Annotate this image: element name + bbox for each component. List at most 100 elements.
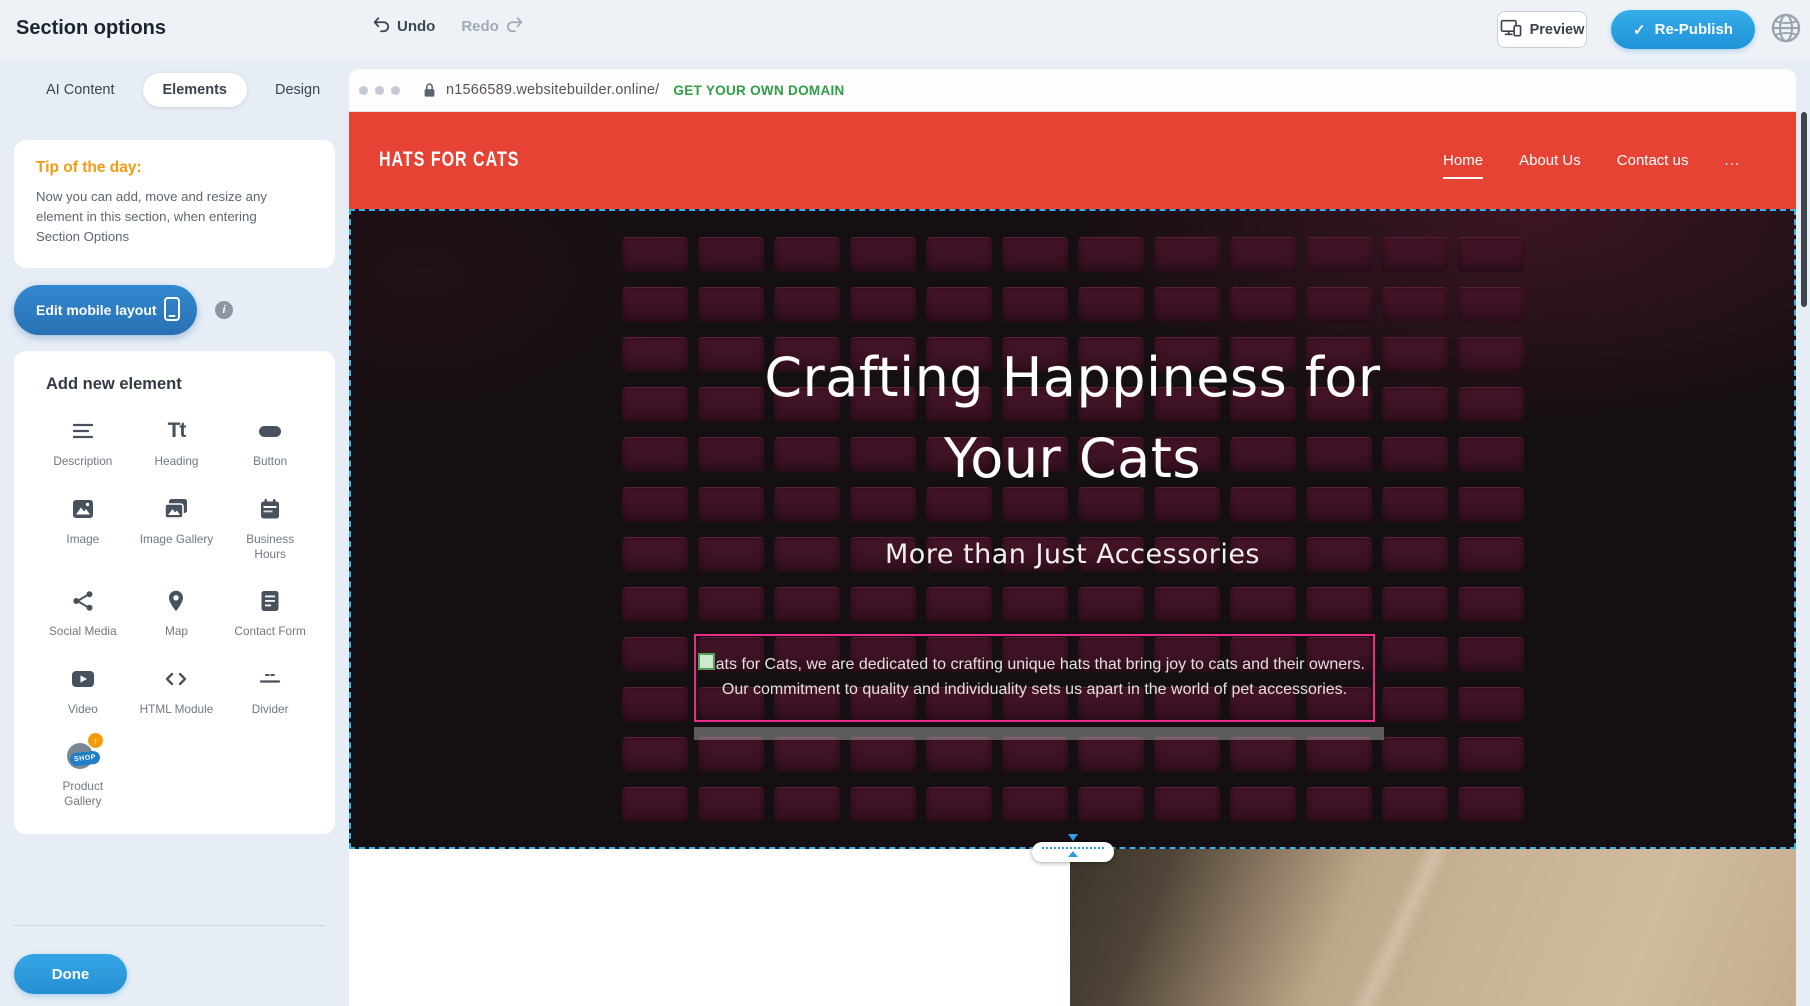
hero-tile	[1382, 687, 1448, 722]
undo-redo-group: Undo Redo	[372, 16, 524, 37]
tip-body: Now you can add, move and resize any ele…	[36, 187, 301, 246]
paragraph-element-selected[interactable]: Hats for Cats, we are dedicated to craft…	[694, 634, 1375, 722]
republish-label: Re-Publish	[1655, 21, 1733, 38]
code-icon	[163, 662, 189, 696]
sidebar: AI Content Elements Design Tip of the da…	[0, 58, 349, 1006]
element-heading[interactable]: Tt Heading	[132, 414, 222, 469]
hero-tile	[926, 287, 992, 322]
hero-subheading[interactable]: More than Just Accessories	[349, 539, 1796, 570]
hero-tile	[1306, 787, 1372, 822]
element-business-hours[interactable]: Business Hours	[225, 492, 315, 563]
hero-tile	[926, 237, 992, 272]
republish-button[interactable]: ✓ Re-Publish	[1611, 10, 1755, 49]
hero-tile	[698, 287, 764, 322]
element-label: Heading	[155, 454, 199, 469]
done-button[interactable]: Done	[14, 954, 127, 994]
hero-tile	[1154, 737, 1220, 772]
element-label: Contact Form	[234, 624, 305, 639]
hero-section[interactable]: Crafting Happiness for Your Cats More th…	[349, 209, 1796, 849]
element-image[interactable]: Image	[38, 492, 128, 563]
nav-home[interactable]: Home	[1443, 152, 1483, 169]
divider-icon	[258, 662, 282, 696]
hero-tile	[1306, 287, 1372, 322]
image-icon	[71, 492, 95, 526]
section-resize-handle[interactable]	[1032, 834, 1114, 862]
check-icon: ✓	[1633, 21, 1646, 39]
hero-tile	[1306, 737, 1372, 772]
resize-pill	[1032, 842, 1114, 862]
hero-tile	[1230, 787, 1296, 822]
site-header[interactable]: HATS FOR CATS Home About Us Contact us .…	[349, 112, 1796, 209]
nav-more-button[interactable]: ...	[1724, 152, 1740, 169]
hero-tile	[850, 787, 916, 822]
redo-button[interactable]: Redo	[461, 16, 524, 37]
hero-tile	[1078, 737, 1144, 772]
hero-tile	[1382, 287, 1448, 322]
browser-bar: n1566589.websitebuilder.online/ GET YOUR…	[349, 69, 1796, 112]
edit-mobile-label: Edit mobile layout	[36, 302, 157, 318]
element-label: Product Gallery	[43, 779, 123, 810]
next-section[interactable]	[349, 849, 1796, 1006]
tab-elements[interactable]: Elements	[143, 73, 247, 107]
hero-heading[interactable]: Crafting Happiness for Your Cats	[349, 337, 1796, 499]
element-map[interactable]: Map	[132, 584, 222, 639]
hero-tile	[1154, 237, 1220, 272]
preview-button[interactable]: Preview	[1497, 11, 1587, 48]
mobile-layout-row: Edit mobile layout i	[14, 285, 349, 335]
hero-tile	[774, 787, 840, 822]
hero-tile	[1078, 237, 1144, 272]
hero-tile	[774, 287, 840, 322]
element-contact-form[interactable]: Contact Form	[225, 584, 315, 639]
hero-tile	[774, 587, 840, 622]
hero-tile	[1382, 587, 1448, 622]
hero-tile	[1382, 787, 1448, 822]
hero-tile	[1154, 287, 1220, 322]
hero-tile	[850, 287, 916, 322]
element-divider[interactable]: Divider	[225, 662, 315, 717]
nav-contact-us[interactable]: Contact us	[1617, 152, 1689, 169]
hero-tile	[774, 237, 840, 272]
element-product-gallery[interactable]: ↑ SHOP Product Gallery	[38, 739, 128, 810]
social-media-icon	[71, 584, 95, 618]
element-social-media[interactable]: Social Media	[38, 584, 128, 639]
element-drag-handle[interactable]	[698, 653, 715, 670]
redo-icon	[506, 16, 524, 37]
undo-button[interactable]: Undo	[372, 16, 435, 37]
image-gallery-icon	[163, 492, 189, 526]
shop-badge: SHOP	[69, 750, 100, 766]
edit-mobile-layout-button[interactable]: Edit mobile layout	[14, 285, 197, 335]
undo-icon	[372, 16, 390, 37]
business-hours-icon	[258, 492, 282, 526]
page-title: Section options	[16, 17, 166, 40]
hero-tile	[622, 287, 688, 322]
element-description[interactable]: Description	[38, 414, 128, 469]
element-button[interactable]: Button	[225, 414, 315, 469]
description-icon	[71, 414, 95, 448]
element-label: Social Media	[49, 624, 117, 639]
tab-design[interactable]: Design	[255, 73, 340, 107]
element-html-module[interactable]: HTML Module	[132, 662, 222, 717]
language-globe-button[interactable]	[1767, 10, 1805, 48]
pavement-photo	[1070, 849, 1796, 1006]
site-preview: HATS FOR CATS Home About Us Contact us .…	[349, 112, 1796, 1006]
hero-tile	[1078, 587, 1144, 622]
site-nav: Home About Us Contact us ...	[1443, 152, 1740, 169]
tab-ai-content[interactable]: AI Content	[26, 73, 135, 107]
scrollbar[interactable]	[1801, 112, 1807, 307]
undo-label: Undo	[397, 18, 435, 35]
hero-tile	[1230, 737, 1296, 772]
get-domain-link[interactable]: GET YOUR OWN DOMAIN	[673, 83, 844, 98]
element-video[interactable]: Video	[38, 662, 128, 717]
preview-label: Preview	[1530, 22, 1585, 38]
info-icon[interactable]: i	[215, 301, 233, 319]
lock-icon	[422, 82, 437, 98]
devices-icon	[1500, 18, 1522, 42]
resize-dotted-line	[1042, 847, 1104, 849]
nav-about-us[interactable]: About Us	[1519, 152, 1581, 169]
site-logo[interactable]: HATS FOR CATS	[379, 149, 519, 172]
phone-icon	[163, 296, 181, 325]
map-pin-icon	[164, 584, 188, 618]
hero-tile	[1306, 587, 1372, 622]
element-image-gallery[interactable]: Image Gallery	[132, 492, 222, 563]
hero-tile	[1230, 237, 1296, 272]
